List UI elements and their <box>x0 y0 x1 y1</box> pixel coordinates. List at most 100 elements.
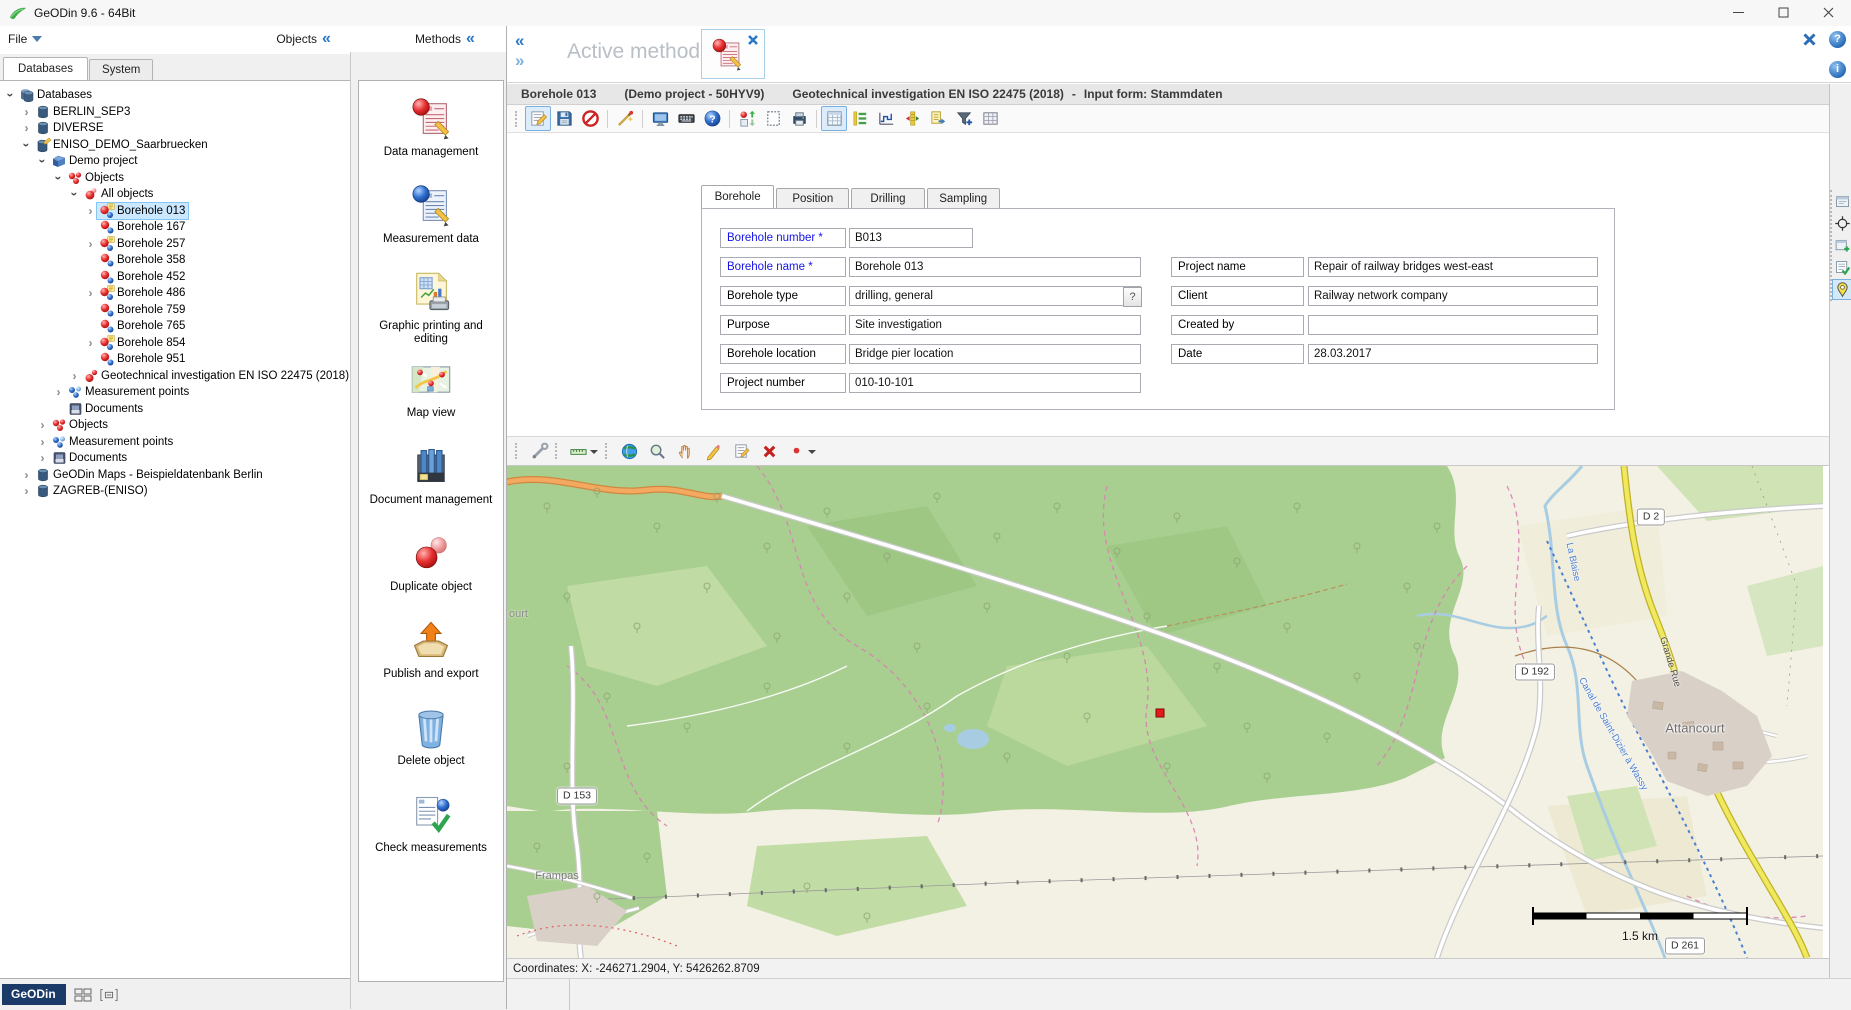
tree-item-documents[interactable]: ›Documents <box>0 450 350 467</box>
profile-chart-button[interactable] <box>873 106 899 131</box>
tree-item-borehole-013[interactable]: ›Borehole 013 <box>0 203 350 220</box>
list-copy-button[interactable] <box>925 106 951 131</box>
method-measurement-data[interactable]: Measurement data <box>359 183 503 240</box>
tree-item-documents[interactable]: Documents <box>0 401 350 418</box>
marker-button[interactable] <box>783 438 821 464</box>
maximize-button[interactable] <box>1761 0 1806 25</box>
field-input-borehole-number-[interactable]: B013 <box>849 228 973 248</box>
field-input-borehole-type[interactable]: drilling, general <box>849 286 1141 306</box>
monitor-button[interactable] <box>647 106 673 131</box>
printer-button[interactable] <box>786 106 812 131</box>
layout-grid-icon[interactable] <box>74 987 92 1003</box>
tree-item-objects[interactable]: ›Objects <box>0 170 350 187</box>
method-check-measurements[interactable]: Check measurements <box>359 792 503 849</box>
expander-open-icon[interactable]: › <box>20 138 34 151</box>
form-grid-button[interactable] <box>821 106 847 131</box>
import-spheres-button[interactable] <box>734 106 760 131</box>
method-publish-export[interactable]: Publish and export <box>359 618 503 675</box>
globe-button[interactable] <box>615 438 643 464</box>
expander-closed-icon[interactable]: › <box>20 468 33 482</box>
note-button[interactable] <box>727 438 755 464</box>
help-icon[interactable]: ? <box>1829 31 1846 48</box>
expander-closed-icon[interactable]: › <box>20 105 33 119</box>
help-button[interactable]: ? <box>699 106 725 131</box>
sort-bars-button[interactable] <box>847 106 873 131</box>
tree-item-demo-project[interactable]: ›Demo project <box>0 153 350 170</box>
tree-item-borehole-759[interactable]: Borehole 759 <box>0 302 350 319</box>
scroll-right-icon[interactable]: » <box>515 52 524 70</box>
tree-item-all-objects[interactable]: ›All objects <box>0 186 350 203</box>
method-map-view[interactable]: Map view <box>359 357 503 414</box>
field-input-client[interactable]: Railway network company <box>1308 286 1598 306</box>
wizard-button[interactable] <box>612 106 638 131</box>
tree-item-borehole-452[interactable]: Borehole 452 <box>0 269 350 286</box>
field-input-project-name[interactable]: Repair of railway bridges west-east <box>1308 257 1598 277</box>
active-method-tab[interactable] <box>701 29 765 79</box>
field-input-project-number[interactable]: 010-10-101 <box>849 373 1141 393</box>
expander-open-icon[interactable]: › <box>68 188 82 201</box>
form-tab-drilling[interactable]: Drilling <box>851 188 924 208</box>
tree-item-borehole-257[interactable]: ›Borehole 257 <box>0 236 350 253</box>
methods-menu[interactable]: Methods« <box>415 32 475 46</box>
table-button[interactable] <box>977 106 1003 131</box>
expander-closed-icon[interactable]: › <box>36 418 49 432</box>
method-document-management[interactable]: Document management <box>359 444 503 501</box>
expander-closed-icon[interactable]: › <box>84 237 97 251</box>
pan-button[interactable] <box>671 438 699 464</box>
cancel-button[interactable] <box>577 106 603 131</box>
delete-x-button[interactable] <box>755 438 783 464</box>
tree-item-borehole-854[interactable]: ›Borehole 854 <box>0 335 350 352</box>
panel-layout-icon[interactable] <box>100 987 118 1003</box>
close-button[interactable] <box>1806 0 1851 25</box>
splitter[interactable] <box>350 52 351 978</box>
expander-open-icon[interactable]: › <box>4 89 18 102</box>
tree-item-measurement-points[interactable]: ›Measurement points <box>0 384 350 401</box>
expander-open-icon[interactable]: › <box>36 155 50 168</box>
expander-open-icon[interactable]: › <box>52 171 66 184</box>
tree-item-borehole-765[interactable]: Borehole 765 <box>0 318 350 335</box>
method-delete-object[interactable]: Delete object <box>359 705 503 762</box>
tree-item-borehole-951[interactable]: Borehole 951 <box>0 351 350 368</box>
expander-closed-icon[interactable]: › <box>52 385 65 399</box>
expander-closed-icon[interactable]: › <box>68 369 81 383</box>
file-menu[interactable]: File <box>8 31 42 47</box>
tree-item-borehole-167[interactable]: Borehole 167 <box>0 219 350 236</box>
tree-item-geotechnical-investigation-en-iso-22475-2018-[interactable]: ›Geotechnical investigation EN ISO 22475… <box>0 368 350 385</box>
method-duplicate-object[interactable]: Duplicate object <box>359 531 503 588</box>
panel-button[interactable] <box>1832 191 1851 212</box>
save-button[interactable] <box>551 106 577 131</box>
pin-button[interactable] <box>1832 279 1851 300</box>
tree-item-databases[interactable]: ›Databases <box>0 87 350 104</box>
clipboard-button[interactable] <box>760 106 786 131</box>
crosshair-button[interactable] <box>1832 213 1851 234</box>
form-tab-sampling[interactable]: Sampling <box>927 188 1000 208</box>
form-add-button[interactable] <box>1832 235 1851 256</box>
expander-closed-icon[interactable]: › <box>20 484 33 498</box>
field-input-purpose[interactable]: Site investigation <box>849 315 1141 335</box>
close-method-icon[interactable] <box>746 33 760 47</box>
filter-add-button[interactable] <box>951 106 977 131</box>
scale-ruler-button[interactable] <box>565 438 603 464</box>
close-panel-icon[interactable] <box>1802 32 1817 47</box>
method-graphic-printing[interactable]: Graphic printing and editing <box>359 270 503 327</box>
keyboard-button[interactable] <box>673 106 699 131</box>
tree-item-measurement-points[interactable]: ›Measurement points <box>0 434 350 451</box>
tree-item-objects[interactable]: ›Objects <box>0 417 350 434</box>
zoom-button[interactable] <box>643 438 671 464</box>
expander-closed-icon[interactable]: › <box>20 121 33 135</box>
edit-note-button[interactable] <box>525 106 551 131</box>
tree-item-berlin-sep3[interactable]: ›BERLIN_SEP3 <box>0 104 350 121</box>
form-tab-borehole[interactable]: Borehole <box>701 185 774 208</box>
expander-closed-icon[interactable]: › <box>84 336 97 350</box>
measure-button[interactable] <box>525 438 553 464</box>
sidebar-tab-system[interactable]: System <box>89 59 153 80</box>
scroll-left-icon[interactable]: « <box>515 32 524 50</box>
tree-item-eniso-demo-saarbruecken[interactable]: ›ENISO_DEMO_Saarbruecken <box>0 137 350 154</box>
expander-closed-icon[interactable]: › <box>36 435 49 449</box>
borehole-type-help-button[interactable]: ? <box>1123 287 1142 307</box>
expander-closed-icon[interactable]: › <box>84 204 97 218</box>
method-data-management[interactable]: Data management <box>359 96 503 153</box>
map-view[interactable]: ourtD 2D 192AttancourtGrande RueLa Blais… <box>507 466 1823 958</box>
tree-item-borehole-358[interactable]: Borehole 358 <box>0 252 350 269</box>
tree-item-borehole-486[interactable]: ›Borehole 486 <box>0 285 350 302</box>
